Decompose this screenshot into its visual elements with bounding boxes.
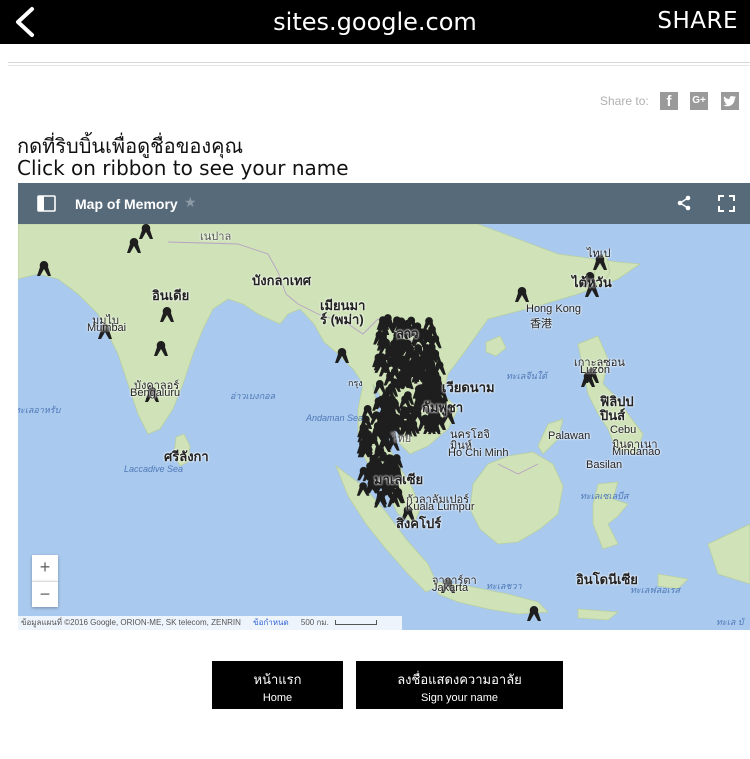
map-label: Palawan bbox=[548, 430, 591, 442]
map-label: ไทเป bbox=[587, 248, 611, 260]
map-label: Luzon bbox=[580, 364, 610, 376]
twitter-icon[interactable] bbox=[721, 92, 739, 110]
map-label: Ho Chi Minh bbox=[448, 447, 509, 459]
sign-label-english: Sign your name bbox=[420, 692, 499, 704]
attribution-text: ข้อมูลแผนที่ ©2016 Google, ORION-ME, SK … bbox=[21, 618, 241, 627]
heading-english: Click on ribbon to see your name bbox=[17, 156, 349, 180]
home-label-thai: หน้าแรก bbox=[253, 673, 302, 688]
map-label: Mumbai bbox=[87, 322, 127, 334]
fullscreen-icon[interactable] bbox=[718, 195, 735, 212]
map-label: ทะเลอาหรับ bbox=[18, 405, 61, 415]
map-label: กรุง bbox=[348, 378, 363, 388]
browser-top-bar: sites.google.com SHARE bbox=[0, 0, 750, 44]
zoom-in-button[interactable]: + bbox=[32, 555, 58, 581]
map-label: ทะเลชวา bbox=[486, 581, 522, 591]
share-button[interactable]: SHARE bbox=[657, 8, 738, 34]
divider bbox=[8, 65, 750, 66]
back-button[interactable] bbox=[10, 6, 40, 38]
map-embed[interactable]: Map of Memory ★ เนปาล บังกลาเทศ อินเดีย … bbox=[18, 183, 750, 630]
map-label: Bengaluru bbox=[130, 387, 181, 399]
sign-name-button[interactable]: ลงชื่อแสดงความอาลัย Sign your name bbox=[356, 661, 563, 709]
map-label: ทะเลจีนใต้ bbox=[506, 371, 548, 381]
map-label: ปินส์ bbox=[600, 408, 626, 423]
map-label: กัมพูชา bbox=[422, 400, 464, 415]
map-label: Hong Kong bbox=[526, 303, 582, 315]
map-label: บังกลาเทศ bbox=[252, 273, 312, 288]
map-label: มาเลเซีย bbox=[374, 472, 424, 487]
map-header: Map of Memory ★ bbox=[18, 183, 750, 224]
map-label: ไทย bbox=[392, 433, 412, 445]
home-button[interactable]: หน้าแรก Home bbox=[212, 661, 343, 709]
map-label: อ่าวเบงกอล bbox=[230, 391, 276, 401]
map-label: ไต้หวัน bbox=[572, 275, 612, 290]
map-label: Kuala Lumpur bbox=[406, 501, 475, 513]
divider bbox=[8, 62, 750, 63]
map-label: Jakarta bbox=[432, 582, 469, 594]
map-label: เนปาล bbox=[200, 231, 232, 243]
google-plus-icon[interactable]: G+ bbox=[690, 92, 708, 110]
map-label: Laccadive Sea bbox=[124, 464, 184, 474]
map-label: สิงคโปร์ bbox=[396, 516, 442, 531]
terms-link[interactable]: ข้อกำหนด bbox=[253, 618, 289, 627]
chevron-left-icon bbox=[16, 7, 34, 37]
scale-bar bbox=[335, 620, 378, 626]
map-canvas[interactable] bbox=[18, 224, 750, 630]
map-label: Basilan bbox=[586, 459, 623, 471]
map-label: ร์ (พม่า) bbox=[320, 312, 364, 327]
sign-label-thai: ลงชื่อแสดงความอาลัย bbox=[397, 673, 522, 688]
share-to-label: Share to: bbox=[600, 94, 649, 108]
map-label: ทะเล บั bbox=[716, 617, 744, 627]
zoom-out-button[interactable]: − bbox=[32, 581, 58, 607]
home-label-english: Home bbox=[262, 692, 293, 704]
star-icon[interactable]: ★ bbox=[184, 194, 197, 211]
map-title: Map of Memory bbox=[75, 196, 178, 212]
map-label: ทะเลฟลอเรส bbox=[630, 585, 681, 595]
map-label: Andaman Sea bbox=[306, 413, 364, 423]
map-label: เวียดนาม bbox=[442, 380, 495, 395]
map-label: อินเดีย bbox=[152, 288, 190, 303]
map-label: Mindanao bbox=[612, 446, 661, 458]
map-label: 香港 bbox=[530, 318, 552, 330]
share-icon[interactable] bbox=[676, 195, 692, 211]
side-panel-icon[interactable] bbox=[37, 195, 56, 212]
map-label: อินโดนีเซีย bbox=[576, 572, 638, 587]
map-label: ทะเลเซเลบีส bbox=[580, 491, 629, 501]
facebook-icon[interactable]: f bbox=[660, 92, 678, 110]
page-url: sites.google.com bbox=[273, 8, 477, 36]
scale-label: 500 กม. bbox=[300, 618, 329, 627]
map-attribution: ข้อมูลแผนที่ ©2016 Google, ORION-ME, SK … bbox=[18, 616, 402, 630]
map-label: ลาว bbox=[396, 326, 419, 341]
